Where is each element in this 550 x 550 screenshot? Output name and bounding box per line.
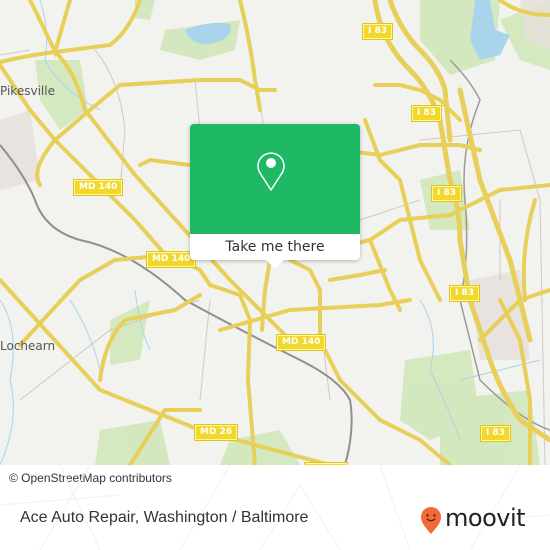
road <box>338 143 482 158</box>
road-shield-md140: MD 140 <box>145 251 197 268</box>
road-shield-md26: MD 26 <box>193 424 239 441</box>
road-shield-i83: I 83 <box>410 105 443 122</box>
location-popup: Take me there <box>190 124 360 269</box>
minor-road <box>0 49 31 56</box>
road-shield-i83: I 83 <box>361 23 394 40</box>
road-shield-i83: I 83 <box>430 185 463 202</box>
road <box>28 0 72 58</box>
place-label-pikesville: Pikesville <box>0 84 55 98</box>
take-me-there-button[interactable]: Take me there <box>190 234 360 260</box>
minor-road <box>199 299 211 401</box>
road-shield-md140: MD 140 <box>72 179 124 196</box>
road <box>368 238 402 312</box>
road <box>18 258 117 347</box>
road <box>521 198 537 302</box>
road <box>118 78 277 92</box>
road <box>0 0 142 64</box>
place-title: Ace Auto Repair, Washington / Baltimore <box>20 509 309 526</box>
popup-header <box>190 124 360 234</box>
urban-area <box>0 110 40 190</box>
map-pin-icon <box>257 152 285 191</box>
road-shield-i83: I 83 <box>448 285 481 302</box>
road <box>238 0 262 112</box>
moovit-logo-icon[interactable] <box>420 506 444 536</box>
stream <box>0 299 14 465</box>
road-shield-md140: MD 140 <box>275 334 327 351</box>
minor-road <box>194 79 201 131</box>
road-shield-i83: I 83 <box>479 425 512 442</box>
road <box>328 268 387 282</box>
minor-road <box>94 49 126 191</box>
popup-pointer <box>266 260 284 269</box>
reservoir <box>470 0 510 60</box>
moovit-brand-text[interactable]: moovit <box>445 504 526 532</box>
place-label-lochearn: Lochearn <box>0 339 56 353</box>
road <box>138 157 192 167</box>
